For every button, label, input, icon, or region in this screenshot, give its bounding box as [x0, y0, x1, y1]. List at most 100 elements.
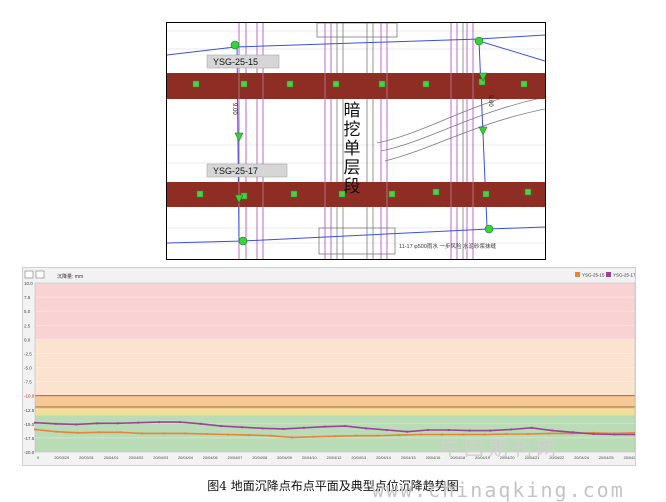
- y-tick-label: -20.0: [24, 450, 35, 455]
- pipe-note: 11-17 φ500雨水 一步风险 水泥砂浆抹缝: [399, 242, 496, 250]
- legend-label-1: YSG-25-17: [613, 273, 635, 278]
- data-point: [96, 422, 99, 425]
- x-tick-label: 20/04/07: [228, 456, 243, 460]
- x-tick-label: 20/04/01: [104, 456, 119, 460]
- y-tick-label: 10.0: [24, 281, 33, 286]
- data-point: [613, 433, 616, 436]
- data-point: [592, 432, 595, 435]
- x-tick-label: 20/04/25: [599, 456, 614, 460]
- data-point: [312, 435, 315, 438]
- data-point: [334, 435, 336, 438]
- data-point: [116, 422, 119, 425]
- chart-ylabel: 沉降量: mm: [57, 273, 83, 280]
- plan-svg: 暗挖单层段 9.00 9.00 11-17 φ500雨水 一步风险 水泥砂浆抹缝…: [167, 23, 545, 259]
- y-tick-label: -10.0: [24, 394, 35, 399]
- zoom-in-icon[interactable]: [24, 270, 34, 279]
- x-tick-label: 20/04/16: [426, 456, 441, 460]
- chart-legend: YSG-25-15 YSG-25-17: [575, 272, 635, 278]
- y-tick-label: 2.5: [24, 323, 31, 328]
- data-point: [571, 431, 574, 434]
- data-point: [76, 431, 79, 434]
- data-point: [344, 425, 347, 428]
- distance-label-left: 9.00: [231, 103, 237, 115]
- data-point: [291, 436, 294, 439]
- y-tick-label: -17.5: [24, 436, 35, 441]
- data-point: [226, 433, 229, 436]
- data-point: [240, 426, 243, 429]
- x-tick-label: 20/04/08: [252, 456, 267, 460]
- data-point: [158, 421, 161, 424]
- x-tick-label: 20/04/26: [624, 456, 635, 460]
- y-tick-label: 5.0: [24, 309, 31, 314]
- legend-label-0: YSG-25-15: [582, 273, 605, 278]
- data-point: [248, 434, 251, 437]
- svg-text:YSG-25-17: YSG-25-17: [213, 166, 258, 176]
- data-point: [75, 423, 78, 426]
- data-point: [261, 427, 264, 430]
- chart-toolbar[interactable]: [24, 270, 45, 279]
- y-tick-label: -7.5: [24, 380, 32, 385]
- legend-swatch-0: [575, 272, 580, 277]
- x-tick-label: 20/04/03: [153, 456, 168, 460]
- data-point: [54, 422, 57, 425]
- data-point: [137, 421, 140, 424]
- x-tick-label: 20/04/06: [203, 456, 218, 460]
- data-point: [398, 434, 401, 437]
- data-point: [98, 431, 101, 434]
- y-tick-label: -15.0: [24, 422, 35, 427]
- distance-label-right: 9.00: [487, 95, 493, 107]
- y-tick-label: 7.5: [24, 295, 31, 300]
- x-tick-label: 20/04/24: [574, 456, 589, 460]
- data-point: [365, 427, 368, 430]
- svg-text:YSG-25-15: YSG-25-15: [213, 57, 258, 67]
- x-tick-label: 20/03/31: [79, 456, 94, 460]
- data-point: [269, 434, 272, 437]
- x-tick-label: 20/04/02: [129, 456, 144, 460]
- data-point: [34, 428, 36, 431]
- y-axis: 10.0 7.5 5.0 2.5 0.0 -2.5 -5.0 -7.5 -10.0 -12.5 -1…: [24, 281, 35, 455]
- data-point: [199, 422, 202, 425]
- x-tick-label: 20/04/12: [327, 456, 342, 460]
- x-tick-label: 20/04/14: [376, 456, 391, 460]
- y-tick-label: 0.0: [24, 337, 31, 342]
- x-tick-label: 20/04/15: [401, 456, 416, 460]
- data-point: [355, 434, 358, 437]
- data-point: [162, 432, 165, 435]
- x-tick-label: 20/04/13: [351, 456, 366, 460]
- data-point: [447, 429, 450, 432]
- data-point: [178, 421, 181, 424]
- watermark-chinese: 中国期刊网: [440, 436, 560, 460]
- data-point: [530, 426, 533, 429]
- watermark-url: www.chinaqking.com: [372, 478, 625, 502]
- x-tick-label: 20/04/09: [277, 456, 292, 460]
- zone-band-2: [35, 395, 635, 410]
- data-point: [509, 428, 512, 431]
- y-tick-label: -12.5: [24, 408, 35, 413]
- y-tick-label: -2.5: [24, 351, 32, 356]
- data-point: [282, 427, 285, 430]
- plan-drawing: 暗挖单层段 9.00 9.00 11-17 φ500雨水 一步风险 水泥砂浆抹缝…: [166, 22, 546, 260]
- plan-section-title: 暗挖单层段: [341, 101, 361, 196]
- zoom-out-icon[interactable]: [35, 270, 45, 279]
- data-point: [302, 426, 305, 429]
- x-tick-label: 0: [37, 456, 39, 460]
- data-point: [205, 432, 208, 435]
- x-tick-label: 20/04/04: [178, 456, 193, 460]
- legend-swatch-1: [606, 272, 611, 277]
- data-point: [427, 429, 430, 432]
- x-tick-label: 20/03/29: [54, 456, 69, 460]
- data-point: [406, 430, 409, 433]
- data-point: [634, 433, 635, 436]
- data-point: [119, 431, 122, 434]
- label-ysg-25-15: YSG-25-15: [206, 54, 280, 69]
- y-tick-label: -5.0: [24, 366, 32, 371]
- data-point: [385, 429, 388, 432]
- data-point: [323, 425, 326, 428]
- label-ysg-25-17: YSG-25-17: [206, 163, 288, 178]
- data-point: [141, 432, 144, 435]
- data-point: [376, 434, 379, 437]
- data-point: [34, 421, 36, 424]
- data-point: [184, 432, 186, 435]
- data-point: [419, 433, 422, 436]
- data-point: [55, 430, 58, 433]
